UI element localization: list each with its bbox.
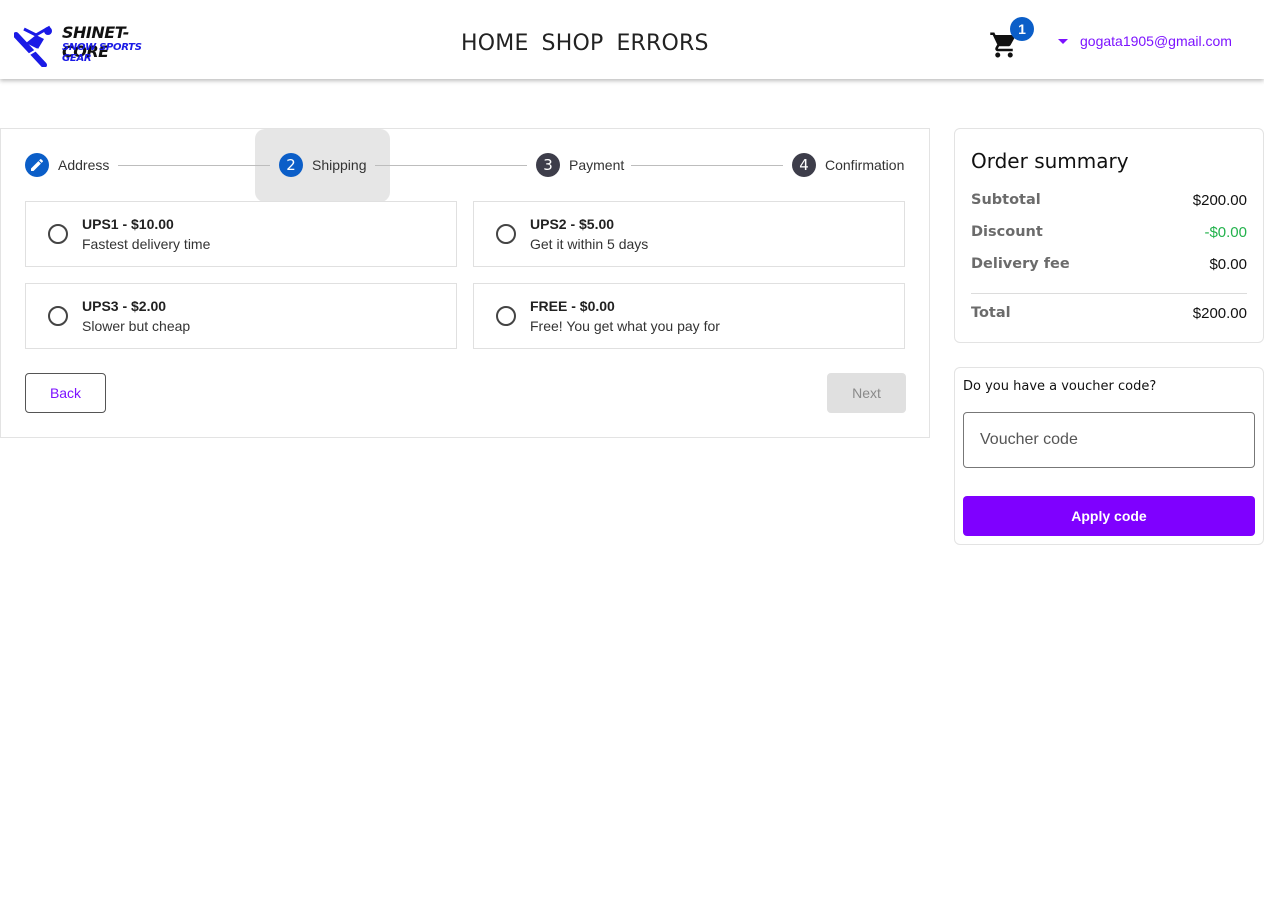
back-button[interactable]: Back (25, 373, 106, 413)
discount-row: Discount -$0.00 (971, 224, 1247, 241)
step-address[interactable]: Address (25, 153, 109, 177)
delivery-fee-value: $0.00 (1209, 256, 1247, 273)
voucher-code-input[interactable] (963, 412, 1255, 468)
discount-value: -$0.00 (1204, 224, 1247, 241)
step-shipping[interactable]: 2 Shipping (279, 153, 367, 177)
voucher-card: Do you have a voucher code? Apply code (954, 367, 1264, 545)
order-summary-card: Order summary Subtotal $200.00 Discount … (954, 128, 1264, 343)
step-payment[interactable]: 3 Payment (536, 153, 624, 177)
caret-down-icon (1058, 38, 1068, 44)
subtotal-value: $200.00 (1192, 192, 1247, 209)
delivery-fee-row: Delivery fee $0.00 (971, 256, 1247, 273)
discount-label: Discount (971, 224, 1043, 240)
user-menu[interactable]: gogata1905@gmail.com (1058, 33, 1232, 49)
shipping-option-ups1[interactable]: UPS1 - $10.00 Fastest delivery time (25, 201, 457, 267)
step-connector (118, 165, 270, 166)
option-description: Slower but cheap (82, 318, 191, 334)
next-button[interactable]: Next (827, 373, 906, 413)
option-title: UPS3 - $2.00 (82, 298, 167, 314)
shipping-option-ups3[interactable]: UPS3 - $2.00 Slower but cheap (25, 283, 457, 349)
option-title: FREE - $0.00 (530, 298, 615, 314)
shipping-option-free[interactable]: FREE - $0.00 Free! You get what you pay … (473, 283, 905, 349)
shipping-option-ups2[interactable]: UPS2 - $5.00 Get it within 5 days (473, 201, 905, 267)
radio-button[interactable] (48, 306, 68, 326)
brand-logo[interactable]: SHINET-CORE SNOW SPORTS GEAR (14, 21, 174, 67)
step-label: Shipping (312, 157, 367, 173)
step-label: Confirmation (825, 157, 905, 173)
checkout-stepper-card: Address 2 Shipping 3 Payment 4 Confirmat… (0, 128, 930, 438)
main-nav: HOME SHOP ERRORS (461, 31, 709, 56)
nav-errors[interactable]: ERRORS (616, 31, 708, 56)
total-value: $200.00 (1192, 305, 1247, 322)
apply-code-button[interactable]: Apply code (963, 496, 1255, 536)
step-label: Payment (569, 157, 625, 173)
nav-home[interactable]: HOME (461, 31, 529, 56)
option-title: UPS2 - $5.00 (530, 216, 615, 232)
option-description: Fastest delivery time (82, 236, 211, 252)
step-number: 2 (279, 153, 303, 177)
radio-button[interactable] (496, 306, 516, 326)
app-header: SHINET-CORE SNOW SPORTS GEAR HOME SHOP E… (0, 0, 1264, 79)
step-confirmation[interactable]: 4 Confirmation (792, 153, 904, 177)
total-row: Total $200.00 (971, 305, 1247, 322)
cart-count-badge: 1 (1010, 17, 1034, 41)
step-number: 3 (536, 153, 560, 177)
radio-button[interactable] (496, 224, 516, 244)
option-title: UPS1 - $10.00 (82, 216, 174, 232)
nav-shop[interactable]: SHOP (542, 31, 604, 56)
order-summary-title: Order summary (971, 149, 1129, 173)
user-email: gogata1905@gmail.com (1080, 33, 1232, 49)
step-connector (375, 165, 527, 166)
voucher-question: Do you have a voucher code? (963, 379, 1157, 394)
pencil-edit-icon (25, 153, 49, 177)
option-description: Get it within 5 days (530, 236, 649, 252)
step-label: Address (58, 157, 110, 173)
snowboarder-logo-icon (14, 25, 52, 67)
subtotal-label: Subtotal (971, 192, 1041, 208)
step-connector (631, 165, 783, 166)
logo-subtitle: SNOW SPORTS GEAR (62, 42, 142, 64)
option-description: Free! You get what you pay for (530, 318, 720, 334)
delivery-fee-label: Delivery fee (971, 256, 1070, 272)
subtotal-row: Subtotal $200.00 (971, 192, 1247, 209)
step-number: 4 (792, 153, 816, 177)
radio-button[interactable] (48, 224, 68, 244)
summary-divider (971, 293, 1247, 294)
total-label: Total (971, 305, 1011, 321)
stepper-header: Address 2 Shipping 3 Payment 4 Confirmat… (25, 129, 907, 202)
